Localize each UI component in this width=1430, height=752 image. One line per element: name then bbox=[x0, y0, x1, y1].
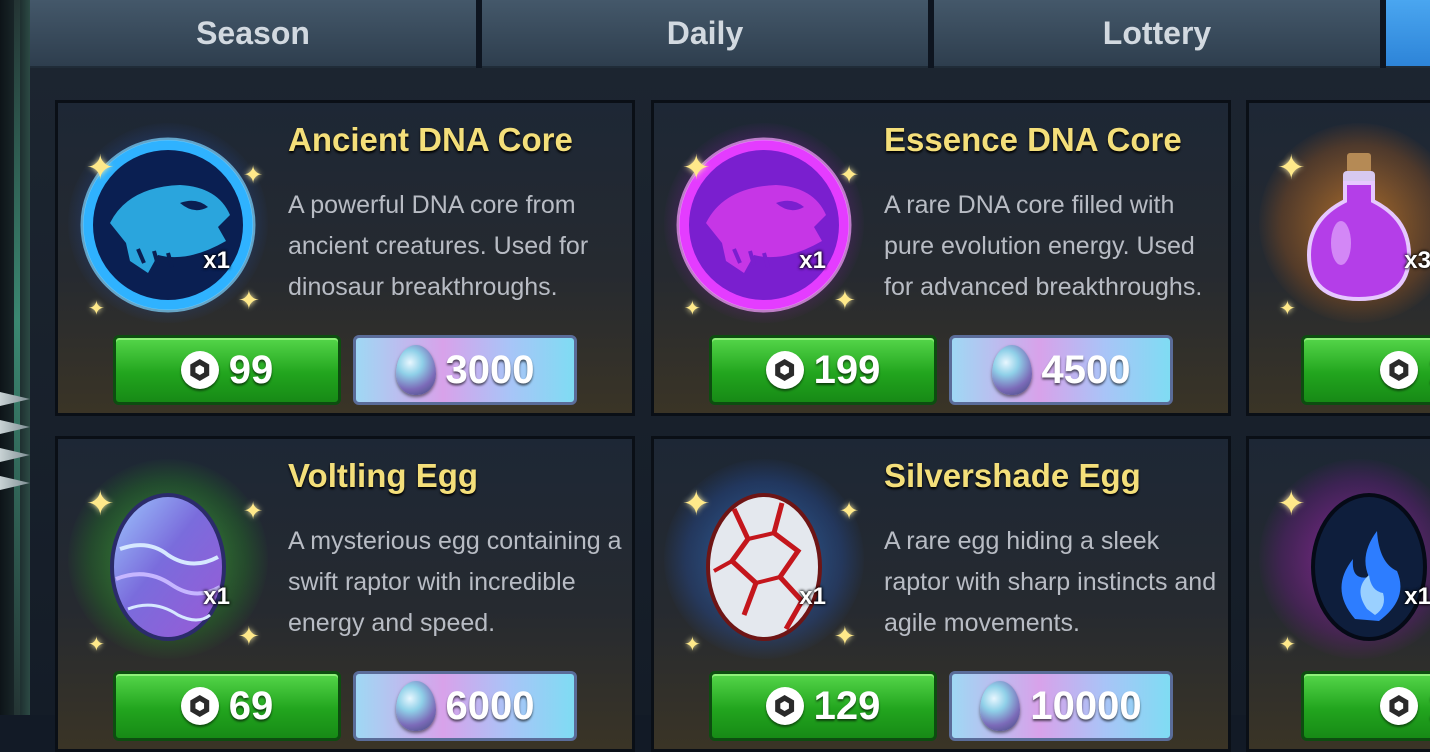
background-glow bbox=[14, 0, 20, 715]
item-quantity: x1 bbox=[203, 247, 230, 274]
item-description: A rare egg hiding a sleek raptor with sh… bbox=[884, 527, 1217, 637]
sparkle-icon: ✦ bbox=[1277, 484, 1306, 524]
item-quantity: x3 bbox=[1404, 247, 1430, 274]
sparkle-icon: ✦ bbox=[88, 632, 105, 656]
sparkle-icon: ✦ bbox=[243, 161, 264, 189]
sparkle-icon: ✦ bbox=[238, 286, 260, 316]
buy-with-coins-button[interactable]: 1 bbox=[1301, 671, 1430, 741]
egg-price: 4500 bbox=[1041, 347, 1131, 392]
sparkle-icon: ✦ bbox=[1279, 632, 1296, 656]
tab-daily[interactable]: Daily bbox=[482, 0, 928, 68]
coin-icon bbox=[1379, 351, 1418, 389]
sparkle-icon: ✦ bbox=[834, 286, 856, 316]
buy-with-eggs-button[interactable]: 10000 bbox=[949, 671, 1173, 741]
tab-lottery-label: Lottery bbox=[1102, 14, 1212, 51]
sparkle-icon: ✦ bbox=[684, 632, 701, 656]
shop-card-ancient-dna-core: ✦ ✦ ✦ ✦ x1 Ancient DNA Core A powerful D… bbox=[55, 100, 635, 416]
tab-season-label: Season bbox=[196, 14, 310, 51]
shop-card-essence-dna-core: ✦ ✦ ✦ ✦ x1 Essence DNA Core A rare DNA c… bbox=[651, 100, 1231, 416]
tab-season[interactable]: Season bbox=[30, 0, 476, 68]
buy-with-eggs-button[interactable]: 6000 bbox=[353, 671, 577, 741]
coin-icon bbox=[1379, 687, 1418, 725]
coin-price: 199 bbox=[813, 347, 881, 392]
item-title: Essence DNA Core bbox=[884, 121, 1182, 158]
sparkle-icon: ✦ bbox=[238, 622, 260, 652]
coin-icon bbox=[180, 687, 219, 725]
shop-panel: ✦ ✦ ✦ ✦ x1 Ancient DNA Core A powerful D… bbox=[30, 68, 1430, 752]
item-title: Silvershade Egg bbox=[884, 457, 1141, 494]
purple-potion-icon: ✦ ✦ x3 bbox=[1259, 123, 1430, 323]
sparkle-icon: ✦ bbox=[1279, 296, 1296, 320]
egg-currency-icon bbox=[395, 345, 436, 395]
buy-with-coins-button[interactable]: 69 bbox=[113, 671, 341, 741]
item-quantity: x1 bbox=[1404, 583, 1430, 610]
egg-price: 3000 bbox=[445, 347, 535, 392]
item-description: A rare DNA core filled with pure evoluti… bbox=[884, 191, 1203, 301]
sparkle-icon: ✦ bbox=[839, 497, 860, 525]
buy-with-eggs-button[interactable]: 3000 bbox=[353, 335, 577, 405]
sparkle-icon: ✦ bbox=[1277, 148, 1306, 188]
item-quantity: x1 bbox=[799, 583, 826, 610]
sparkle-icon: ✦ bbox=[243, 497, 264, 525]
shop-card-partial-potion: ✦ ✦ x3 1 bbox=[1246, 100, 1430, 416]
sparkle-icon: ✦ bbox=[684, 296, 701, 320]
egg-currency-icon bbox=[395, 681, 436, 731]
coin-price: 99 bbox=[228, 347, 274, 392]
sparkle-icon: ✦ bbox=[88, 296, 105, 320]
sparkle-icon: ✦ bbox=[682, 148, 711, 188]
silvershade-egg-icon: ✦ ✦ ✦ ✦ x1 bbox=[664, 459, 864, 659]
shop-card-partial-egg: ✦ ✦ x1 1 bbox=[1246, 436, 1430, 752]
coin-price: 69 bbox=[228, 683, 274, 728]
coin-price: 129 bbox=[813, 683, 881, 728]
sparkle-icon: ✦ bbox=[86, 148, 115, 188]
sparkle-icon: ✦ bbox=[682, 484, 711, 524]
egg-price: 6000 bbox=[445, 683, 535, 728]
shop-card-silvershade-egg: ✦ ✦ ✦ ✦ x1 Silvershade Egg A rare egg hi… bbox=[651, 436, 1231, 752]
egg-price: 10000 bbox=[1030, 683, 1142, 728]
coin-icon bbox=[765, 687, 804, 725]
left-background bbox=[0, 0, 30, 715]
shop-card-voltling-egg: ✦ ✦ ✦ ✦ x1 Voltling Egg A mysterious egg… bbox=[55, 436, 635, 752]
item-description: A mysterious egg containing a swift rapt… bbox=[288, 527, 622, 637]
voltling-egg-icon: ✦ ✦ ✦ ✦ x1 bbox=[68, 459, 268, 659]
tab-daily-label: Daily bbox=[666, 14, 744, 51]
shop-tab-bar: Season Daily Lottery bbox=[30, 0, 1430, 68]
buy-with-eggs-button[interactable]: 4500 bbox=[949, 335, 1173, 405]
sparkle-icon: ✦ bbox=[839, 161, 860, 189]
tab-lottery[interactable]: Lottery bbox=[934, 0, 1380, 68]
coin-icon bbox=[180, 351, 219, 389]
item-quantity: x1 bbox=[203, 583, 230, 610]
buy-with-coins-button[interactable]: 129 bbox=[709, 671, 937, 741]
sparkle-icon: ✦ bbox=[86, 484, 115, 524]
buy-with-coins-button[interactable]: 199 bbox=[709, 335, 937, 405]
item-title: Voltling Egg bbox=[288, 457, 479, 494]
tab-partial[interactable] bbox=[1386, 0, 1430, 68]
dark-flame-egg-icon: ✦ ✦ x1 bbox=[1259, 459, 1430, 659]
coin-icon bbox=[765, 351, 804, 389]
item-quantity: x1 bbox=[799, 247, 826, 274]
buy-with-coins-button[interactable]: 1 bbox=[1301, 335, 1430, 405]
buy-with-coins-button[interactable]: 99 bbox=[113, 335, 341, 405]
item-description: A powerful DNA core from ancient creatur… bbox=[288, 191, 589, 301]
sparkle-icon: ✦ bbox=[834, 622, 856, 652]
egg-currency-icon bbox=[991, 345, 1032, 395]
dino-skull-purple-core-icon: ✦ ✦ ✦ ✦ x1 bbox=[664, 123, 864, 323]
dino-skull-blue-core-icon: ✦ ✦ ✦ ✦ x1 bbox=[68, 123, 268, 323]
item-title: Ancient DNA Core bbox=[288, 121, 573, 158]
egg-currency-icon bbox=[980, 681, 1021, 731]
